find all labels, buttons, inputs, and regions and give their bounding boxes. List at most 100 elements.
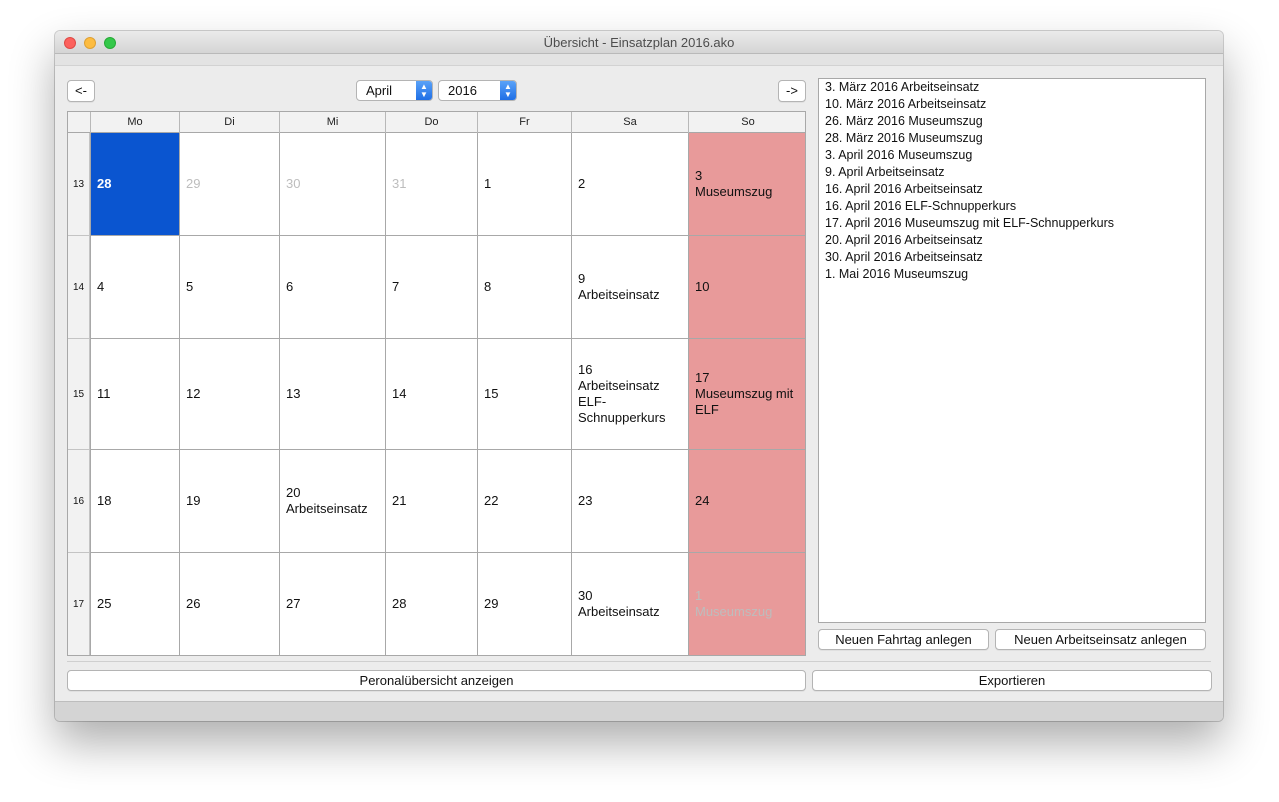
weekday-header: Fr bbox=[477, 112, 571, 133]
day-event-note: Museumszug mit ELF bbox=[695, 386, 794, 417]
day-cell[interactable]: 30 Arbeitseinsatz bbox=[571, 553, 688, 655]
day-number: 29 bbox=[186, 176, 201, 191]
day-cell[interactable]: 29 bbox=[179, 133, 279, 236]
event-list[interactable]: 3. März 2016 Arbeitseinsatz 10. März 2016… bbox=[818, 78, 1206, 623]
weekday-header: Mo bbox=[90, 112, 179, 133]
day-number: 30 bbox=[578, 588, 593, 603]
week-number: 14 bbox=[68, 236, 90, 339]
window-title: Übersicht - Einsatzplan 2016.ako bbox=[543, 35, 735, 50]
day-number: 21 bbox=[392, 493, 407, 508]
weekday-header: Sa bbox=[571, 112, 688, 133]
day-number: 18 bbox=[97, 493, 112, 508]
day-cell[interactable]: 16 Arbeitseinsatz ELF- Schnupperkurs bbox=[571, 339, 688, 450]
week-number: 16 bbox=[68, 450, 90, 553]
new-trip-day-button[interactable]: Neuen Fahrtag anlegen bbox=[818, 629, 989, 650]
day-cell[interactable]: 20 Arbeitseinsatz bbox=[279, 450, 385, 553]
day-cell[interactable]: 11 bbox=[90, 339, 179, 450]
previous-month-button[interactable]: <- bbox=[67, 80, 95, 102]
event-list-item[interactable]: 26. März 2016 Museumszug bbox=[819, 113, 1205, 130]
day-cell[interactable]: 9 Arbeitseinsatz bbox=[571, 236, 688, 339]
day-cell[interactable]: 28 bbox=[385, 553, 477, 655]
day-event-note: Arbeitseinsatz bbox=[578, 604, 660, 619]
day-cell[interactable]: 8 bbox=[477, 236, 571, 339]
day-cell[interactable]: 26 bbox=[179, 553, 279, 655]
day-event-note: Museumszug bbox=[695, 184, 773, 199]
day-cell[interactable]: 15 bbox=[477, 339, 571, 450]
day-event-note: Museumszug bbox=[695, 604, 773, 619]
show-personnel-overview-button[interactable]: Peronalübersicht anzeigen bbox=[67, 670, 806, 691]
day-number: 25 bbox=[97, 596, 112, 611]
weekday-header: So bbox=[688, 112, 805, 133]
day-cell[interactable]: 30 bbox=[279, 133, 385, 236]
day-number: 11 bbox=[97, 386, 111, 401]
month-select[interactable]: April ▲ ▼ bbox=[356, 80, 433, 101]
day-cell[interactable]: 25 bbox=[90, 553, 179, 655]
day-event-note: Arbeitseinsatz bbox=[286, 501, 368, 516]
day-number: 7 bbox=[392, 279, 400, 294]
day-number: 29 bbox=[484, 596, 499, 611]
day-cell[interactable]: 14 bbox=[385, 339, 477, 450]
month-select-value: April bbox=[366, 83, 393, 98]
day-cell[interactable]: 1 Museumszug bbox=[688, 553, 805, 655]
day-number: 4 bbox=[97, 279, 105, 294]
day-number: 27 bbox=[286, 596, 301, 611]
day-cell[interactable]: 18 bbox=[90, 450, 179, 553]
title-bar: Übersicht - Einsatzplan 2016.ako bbox=[55, 31, 1223, 54]
day-cell[interactable]: 1 bbox=[477, 133, 571, 236]
next-month-button[interactable]: -> bbox=[778, 80, 806, 102]
up-down-arrows-icon: ▲ ▼ bbox=[500, 81, 516, 100]
day-cell[interactable]: 3 Museumszug bbox=[688, 133, 805, 236]
day-cell[interactable]: 13 bbox=[279, 339, 385, 450]
year-select-value: 2016 bbox=[448, 83, 477, 98]
event-list-item[interactable]: 16. April 2016 Arbeitseinsatz bbox=[819, 181, 1205, 198]
day-number: 22 bbox=[484, 493, 499, 508]
event-list-item[interactable]: 1. Mai 2016 Museumszug bbox=[819, 266, 1205, 283]
day-cell[interactable]: 23 bbox=[571, 450, 688, 553]
day-number: 15 bbox=[484, 386, 499, 401]
main-window: Übersicht - Einsatzplan 2016.ako <- Apri… bbox=[55, 31, 1223, 721]
day-cell[interactable]: 28 bbox=[90, 133, 179, 236]
weekday-header: Do bbox=[385, 112, 477, 133]
day-cell[interactable]: 2 bbox=[571, 133, 688, 236]
year-select[interactable]: 2016 ▲ ▼ bbox=[438, 80, 517, 101]
export-button[interactable]: Exportieren bbox=[812, 670, 1212, 691]
day-cell[interactable]: 5 bbox=[179, 236, 279, 339]
up-down-arrows-icon: ▲ ▼ bbox=[416, 81, 432, 100]
day-number: 31 bbox=[392, 176, 407, 191]
event-list-item[interactable]: 9. April Arbeitseinsatz bbox=[819, 164, 1205, 181]
event-list-item[interactable]: 17. April 2016 Museumszug mit ELF-Schnup… bbox=[819, 215, 1205, 232]
day-cell[interactable]: 4 bbox=[90, 236, 179, 339]
day-number: 1 bbox=[484, 176, 492, 191]
day-cell[interactable]: 21 bbox=[385, 450, 477, 553]
day-cell[interactable]: 17 Museumszug mit ELF bbox=[688, 339, 805, 450]
day-cell[interactable]: 7 bbox=[385, 236, 477, 339]
event-list-item[interactable]: 20. April 2016 Arbeitseinsatz bbox=[819, 232, 1205, 249]
new-work-assignment-button[interactable]: Neuen Arbeitseinsatz anlegen bbox=[995, 629, 1206, 650]
day-number: 1 bbox=[695, 588, 703, 603]
event-list-item[interactable]: 10. März 2016 Arbeitseinsatz bbox=[819, 96, 1205, 113]
event-list-item[interactable]: 30. April 2016 Arbeitseinsatz bbox=[819, 249, 1205, 266]
day-number: 3 bbox=[695, 168, 703, 183]
day-cell[interactable]: 29 bbox=[477, 553, 571, 655]
event-list-item[interactable]: 28. März 2016 Museumszug bbox=[819, 130, 1205, 147]
day-number: 12 bbox=[186, 386, 201, 401]
day-cell[interactable]: 19 bbox=[179, 450, 279, 553]
day-number: 23 bbox=[578, 493, 593, 508]
weekday-header: Mi bbox=[279, 112, 385, 133]
event-list-item[interactable]: 3. April 2016 Museumszug bbox=[819, 147, 1205, 164]
event-list-item[interactable]: 3. März 2016 Arbeitseinsatz bbox=[819, 79, 1205, 96]
day-cell[interactable]: 12 bbox=[179, 339, 279, 450]
weekday-header: Di bbox=[179, 112, 279, 133]
day-number: 10 bbox=[695, 279, 710, 294]
day-cell[interactable]: 6 bbox=[279, 236, 385, 339]
day-number: 19 bbox=[186, 493, 201, 508]
event-list-item[interactable]: 16. April 2016 ELF-Schnupperkurs bbox=[819, 198, 1205, 215]
day-cell[interactable]: 27 bbox=[279, 553, 385, 655]
day-cell[interactable]: 31 bbox=[385, 133, 477, 236]
week-number: 13 bbox=[68, 133, 90, 236]
day-number: 9 bbox=[578, 271, 586, 286]
day-event-note: Arbeitseinsatz ELF- Schnupperkurs bbox=[578, 378, 666, 425]
day-cell[interactable]: 24 bbox=[688, 450, 805, 553]
day-cell[interactable]: 10 bbox=[688, 236, 805, 339]
day-cell[interactable]: 22 bbox=[477, 450, 571, 553]
